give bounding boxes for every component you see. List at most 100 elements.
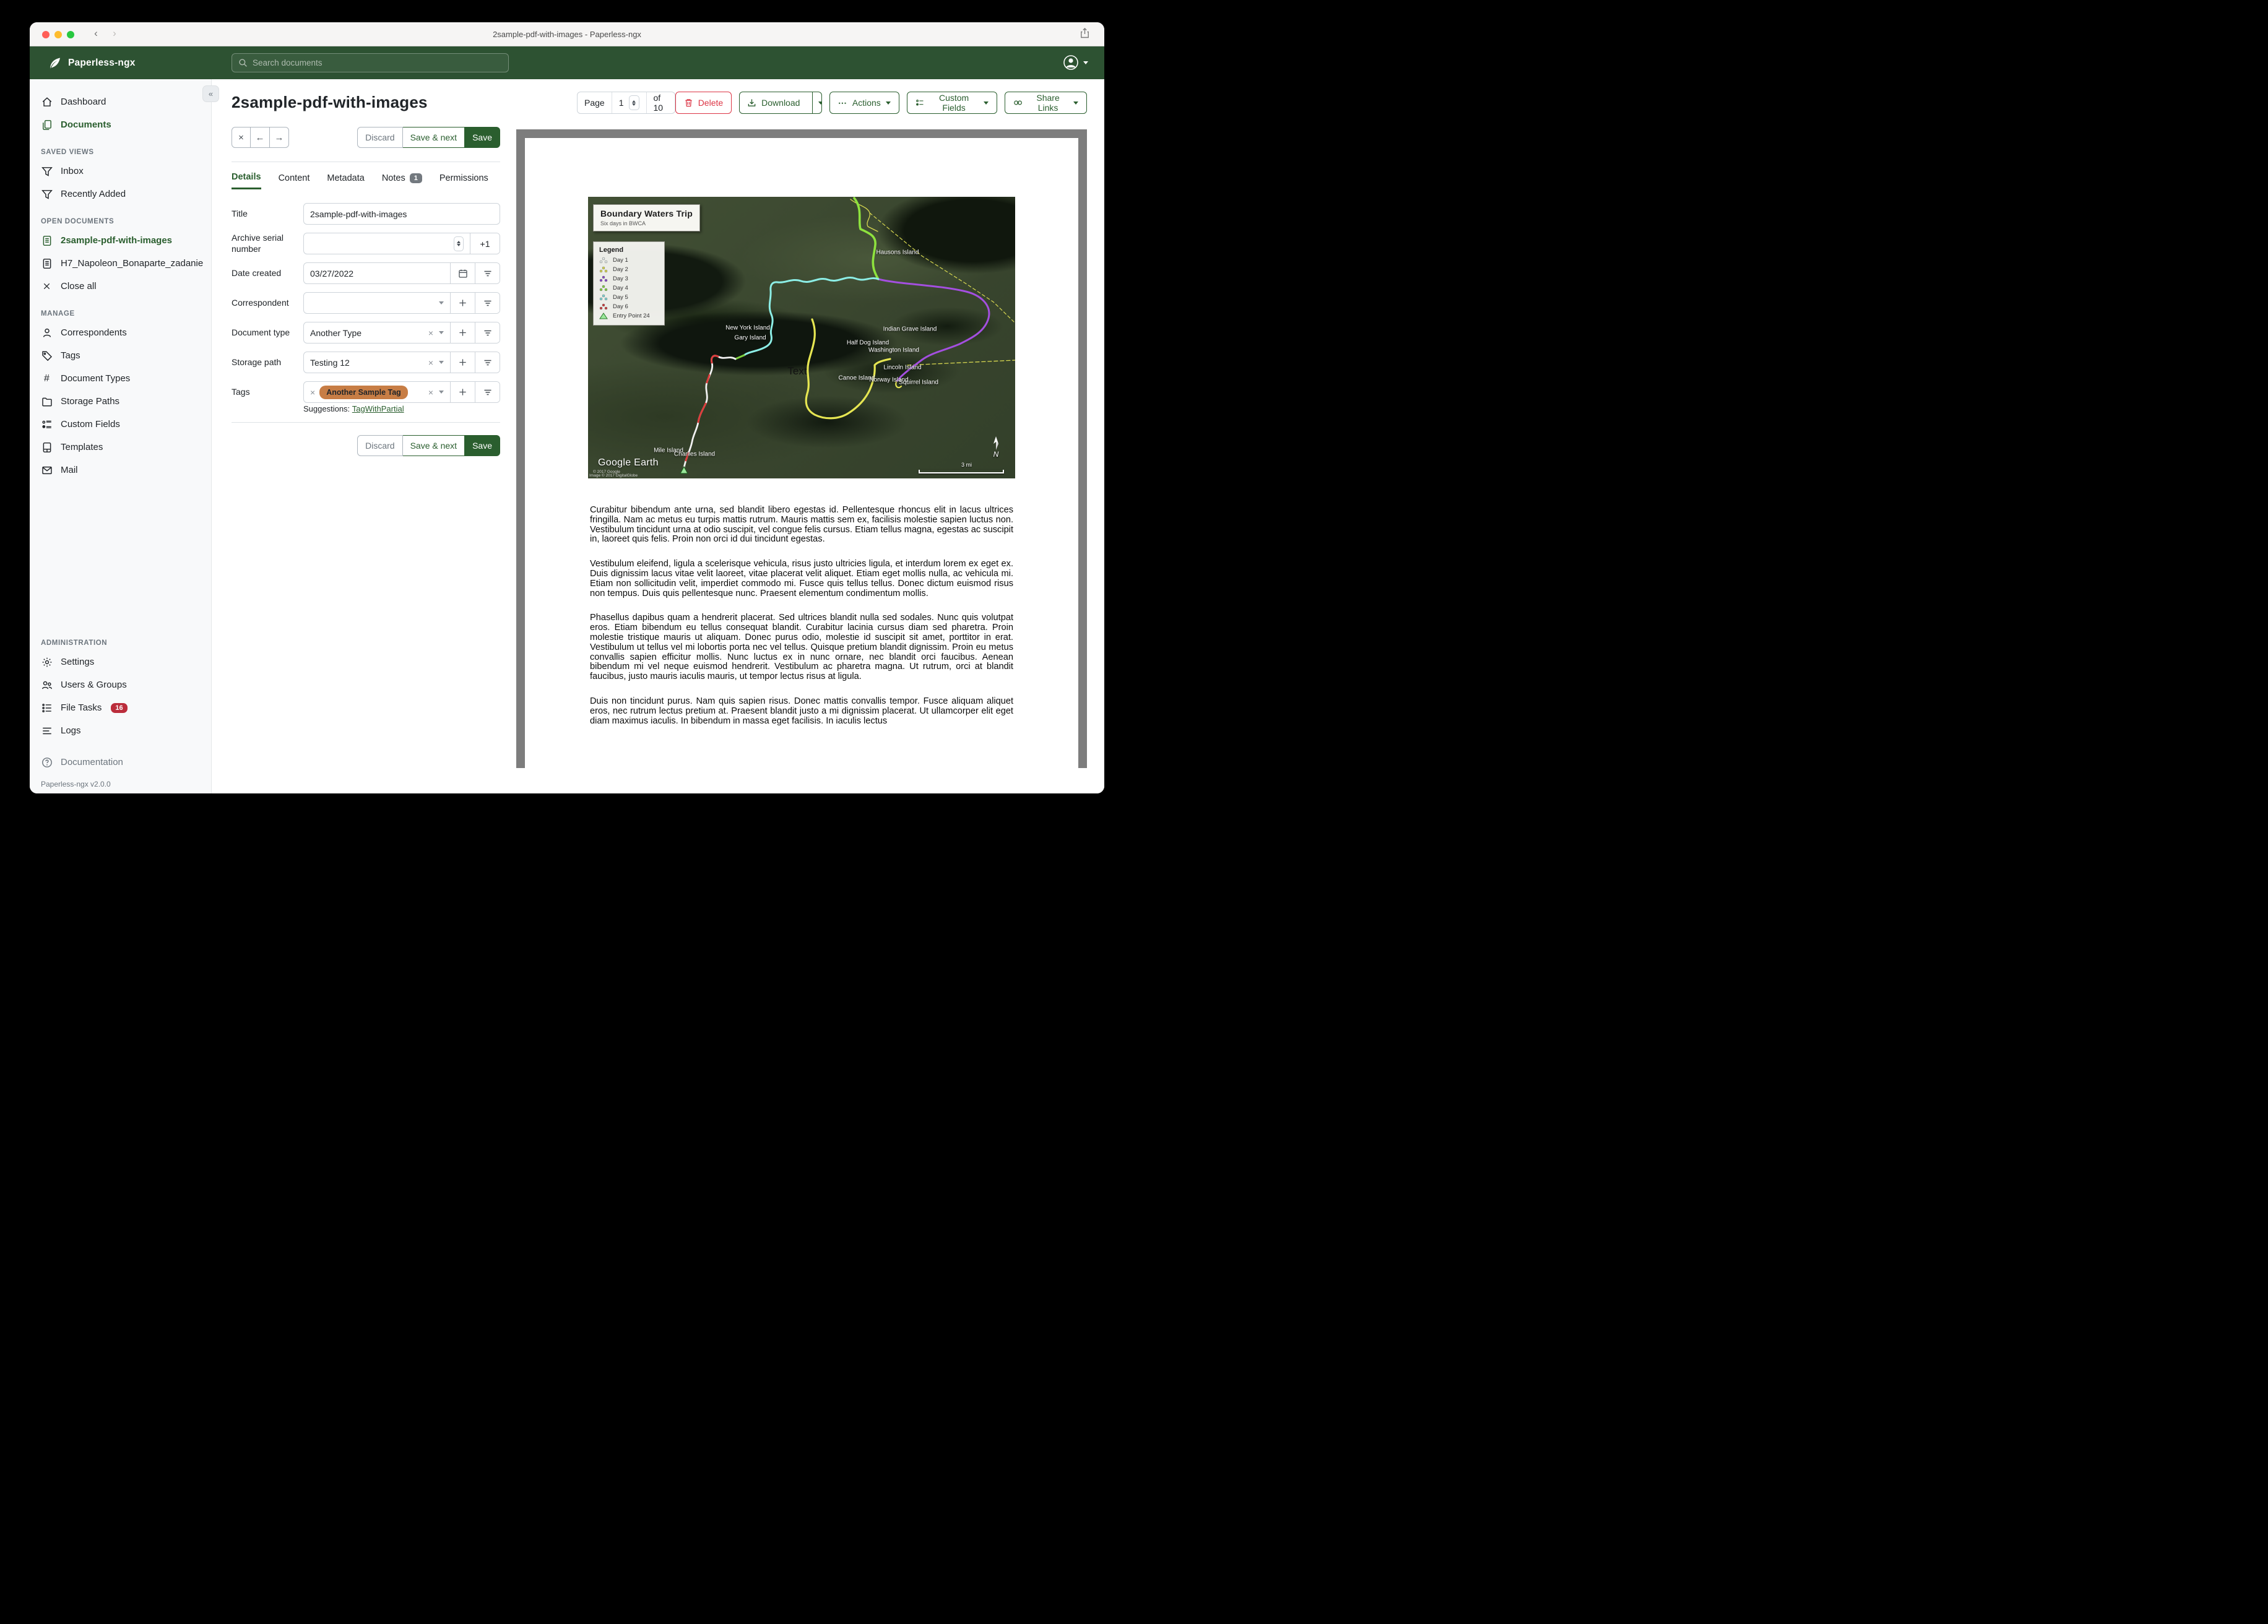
sidebar-item-logs[interactable]: Logs	[30, 719, 211, 742]
chevron-down-icon	[439, 331, 444, 334]
envelope-icon	[41, 464, 53, 476]
date-created-field[interactable]	[310, 268, 444, 279]
tag-chip[interactable]: Another Sample Tag	[319, 385, 408, 399]
page-number-input[interactable]: 1	[611, 92, 646, 113]
next-document-button[interactable]: →	[270, 127, 289, 148]
app-name: Paperless-ngx	[68, 57, 136, 68]
add-correspondent-button[interactable]	[450, 293, 475, 313]
sidebar-item-documentation[interactable]: Documentation	[30, 751, 211, 774]
tab-details[interactable]: Details	[232, 172, 261, 189]
close-document-button[interactable]: ×	[232, 127, 251, 148]
entry-point-icon	[599, 313, 608, 319]
tab-metadata[interactable]: Metadata	[327, 172, 364, 189]
tab-content[interactable]: Content	[279, 172, 310, 189]
storage-path-filter-icon[interactable]	[475, 352, 500, 373]
add-storage-path-button[interactable]	[450, 352, 475, 373]
clear-icon[interactable]: ×	[428, 387, 433, 397]
save-group-bottom: Discard Save & next Save	[357, 435, 500, 456]
storage-path-select[interactable]: Testing 12 ×	[304, 352, 450, 373]
tab-notes[interactable]: Notes 1	[382, 172, 422, 189]
share-icon[interactable]	[1080, 28, 1089, 38]
title-field-label: Title	[232, 208, 248, 218]
map-scale-label: 3 mi	[961, 462, 972, 468]
route-dots-icon	[599, 257, 608, 264]
map-island-label: Gary Island	[734, 334, 766, 342]
tab-permissions[interactable]: Permissions	[439, 172, 488, 189]
trash-icon	[685, 99, 692, 107]
number-stepper[interactable]	[453, 236, 464, 251]
sidebar-item-mail[interactable]: Mail	[30, 459, 211, 482]
calendar-icon[interactable]	[450, 263, 475, 283]
tags-filter-icon[interactable]	[475, 382, 500, 402]
chevron-down-icon	[439, 361, 444, 364]
document-type-select[interactable]: Another Type ×	[304, 322, 450, 343]
title-field[interactable]	[310, 209, 493, 219]
share-links-button[interactable]: Share Links	[1005, 92, 1087, 114]
discard-button-bottom[interactable]: Discard	[357, 435, 403, 456]
clear-icon[interactable]: ×	[428, 328, 433, 338]
sidebar-item-document-types[interactable]: # Document Types	[30, 367, 211, 390]
sidebar-item-open-doc-1[interactable]: 2sample-pdf-with-images	[30, 229, 211, 252]
sidebar-item-storage-paths[interactable]: Storage Paths	[30, 390, 211, 413]
question-circle-icon	[41, 756, 53, 768]
sidebar-section-saved-views: SAVED VIEWS	[41, 149, 94, 156]
correspondent-filter-icon[interactable]	[475, 293, 500, 313]
document-paragraph: Phasellus dapibus quam a hendrerit place…	[590, 613, 1013, 682]
add-document-type-button[interactable]	[450, 322, 475, 343]
sidebar-collapse-button[interactable]: «	[202, 85, 219, 102]
suggestion-link[interactable]: TagWithPartial	[352, 404, 404, 413]
previous-document-button[interactable]: ←	[251, 127, 270, 148]
discard-button[interactable]: Discard	[357, 127, 403, 148]
sidebar-item-users-groups[interactable]: Users & Groups	[30, 673, 211, 696]
correspondent-select[interactable]	[304, 293, 450, 313]
save-button-bottom[interactable]: Save	[465, 435, 500, 456]
document-type-filter-icon[interactable]	[475, 322, 500, 343]
user-menu[interactable]	[1063, 54, 1088, 71]
doc-nav-group: × ← →	[232, 127, 289, 148]
browser-back-icon[interactable]: ‹	[89, 27, 103, 40]
sidebar-item-recently-added[interactable]: Recently Added	[30, 183, 211, 205]
sidebar-item-dashboard[interactable]: Dashboard	[30, 90, 211, 113]
remove-tag-icon[interactable]: ×	[310, 387, 315, 397]
browser-forward-icon[interactable]: ›	[108, 27, 121, 40]
sidebar-item-open-doc-2[interactable]: H7_Napoleon_Bonaparte_zadanie	[30, 252, 211, 275]
download-button[interactable]: Download	[739, 92, 822, 114]
save-and-next-button-bottom[interactable]: Save & next	[402, 435, 465, 456]
divider	[232, 422, 500, 423]
chevron-down-icon	[439, 391, 444, 394]
add-tag-button[interactable]	[450, 382, 475, 402]
page-stepper[interactable]	[628, 95, 639, 110]
sidebar-item-tags[interactable]: Tags	[30, 344, 211, 367]
tags-select[interactable]: × Another Sample Tag ×	[304, 382, 450, 402]
save-and-next-button[interactable]: Save & next	[402, 127, 465, 148]
save-button[interactable]: Save	[465, 127, 500, 148]
asn-plus-one-button[interactable]: +1	[470, 233, 500, 254]
asn-field[interactable]	[310, 238, 454, 249]
sidebar-item-documents[interactable]: Documents	[30, 113, 211, 136]
notes-count-badge: 1	[409, 173, 422, 183]
close-window-button[interactable]	[42, 31, 50, 38]
sidebar-item-settings[interactable]: Settings	[30, 650, 211, 673]
app-brand[interactable]: Paperless-ngx	[30, 56, 136, 70]
sidebar-item-correspondents[interactable]: Correspondents	[30, 321, 211, 344]
map-legend-item: Day 3	[599, 275, 659, 282]
sidebar-item-inbox[interactable]: Inbox	[30, 160, 211, 183]
actions-button[interactable]: ⋯ Actions	[829, 92, 899, 114]
maximize-window-button[interactable]	[67, 31, 74, 38]
minimize-window-button[interactable]	[54, 31, 62, 38]
user-avatar-icon	[1063, 54, 1079, 71]
sidebar-item-close-all[interactable]: Close all	[30, 275, 211, 298]
download-options-caret[interactable]	[812, 92, 821, 113]
delete-button[interactable]: Delete	[675, 92, 732, 114]
clear-icon[interactable]: ×	[428, 358, 433, 368]
sidebar-item-custom-fields[interactable]: Custom Fields	[30, 413, 211, 436]
app-header: Paperless-ngx	[30, 46, 1104, 79]
hash-icon: #	[44, 373, 50, 384]
date-filter-icon[interactable]	[475, 263, 500, 283]
sidebar-item-file-tasks[interactable]: File Tasks 16	[30, 696, 211, 719]
pdf-viewer-frame[interactable]: Boundary Waters Trip Six days in BWCA Le…	[516, 129, 1087, 768]
custom-fields-button[interactable]: Custom Fields	[906, 92, 998, 114]
sidebar-item-templates[interactable]: Templates	[30, 436, 211, 459]
documents-icon	[41, 119, 53, 131]
search-input[interactable]	[253, 58, 502, 67]
